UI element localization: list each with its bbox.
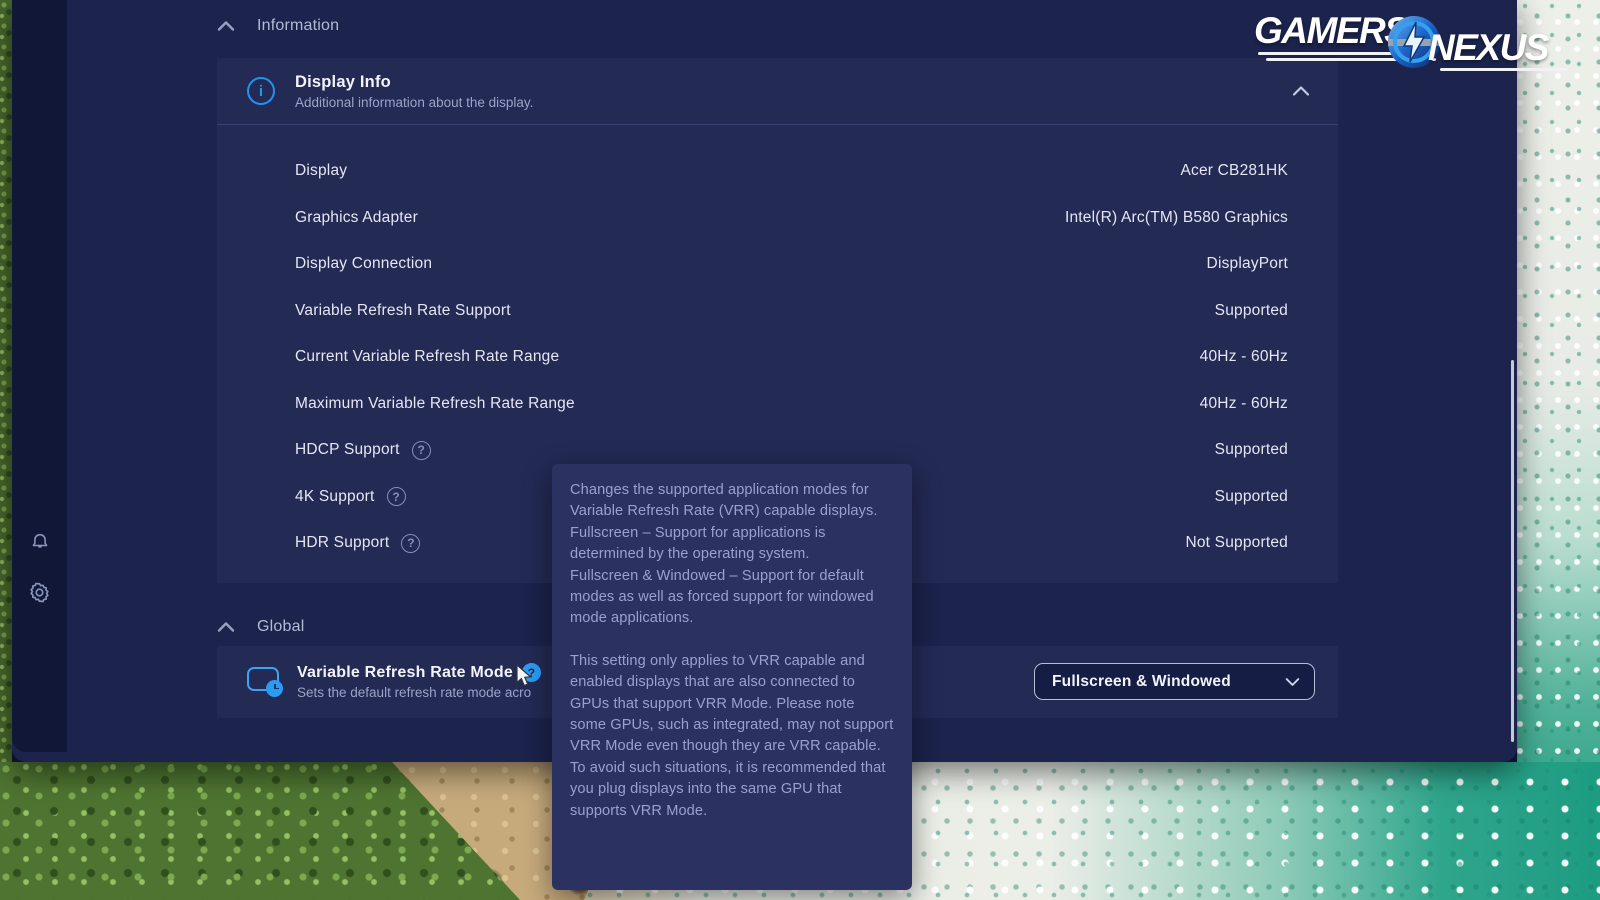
table-row: Maximum Variable Refresh Rate Range 40Hz… xyxy=(217,381,1338,428)
table-row: Graphics Adapter Intel(R) Arc(TM) B580 G… xyxy=(217,195,1338,242)
row-value: 40Hz - 60Hz xyxy=(1200,348,1288,366)
row-value: Supported xyxy=(1215,488,1288,506)
row-label: Display Connection xyxy=(295,255,432,273)
section-label: Global xyxy=(257,618,304,636)
row-label: 4K Support xyxy=(295,488,375,506)
table-row: Display Acer CB281HK xyxy=(217,148,1338,195)
vrr-help-tooltip: Changes the supported application modes … xyxy=(552,464,912,890)
help-icon[interactable]: ? xyxy=(387,487,406,506)
help-icon[interactable]: ? xyxy=(401,534,420,553)
table-row: Variable Refresh Rate Support Supported xyxy=(217,288,1338,335)
row-value: Intel(R) Arc(TM) B580 Graphics xyxy=(1065,209,1288,227)
table-row: Current Variable Refresh Rate Range 40Hz… xyxy=(217,334,1338,381)
section-label: Information xyxy=(257,17,339,35)
row-value: Acer CB281HK xyxy=(1180,162,1288,180)
logo-text-gamers: GAMERS xyxy=(1254,10,1407,52)
notifications-bell-icon[interactable] xyxy=(28,530,52,554)
row-label: Graphics Adapter xyxy=(295,209,418,227)
chevron-down-icon xyxy=(1285,677,1300,687)
settings-gear-icon[interactable] xyxy=(28,580,52,604)
gamers-nexus-logo: GAMERS NEXUS xyxy=(1250,6,1570,66)
card-title: Display Info xyxy=(295,73,1292,92)
dropdown-selected-value: Fullscreen & Windowed xyxy=(1052,673,1285,691)
row-value: DisplayPort xyxy=(1207,255,1288,273)
help-icon[interactable]: ? xyxy=(412,441,431,460)
row-value: Supported xyxy=(1215,441,1288,459)
row-label: Variable Refresh Rate Support xyxy=(295,302,511,320)
info-icon: i xyxy=(247,77,275,105)
row-label: Maximum Variable Refresh Rate Range xyxy=(295,395,575,413)
logo-text-nexus: NEXUS xyxy=(1428,27,1548,69)
collapse-chevron-up-icon[interactable] xyxy=(1292,85,1310,97)
table-row: Display Connection DisplayPort xyxy=(217,241,1338,288)
row-label: Display xyxy=(295,162,347,180)
row-value: Not Supported xyxy=(1185,534,1288,552)
refresh-rate-monitor-icon xyxy=(247,667,283,697)
row-value: Supported xyxy=(1215,302,1288,320)
desktop: Information i Display Info Additional in… xyxy=(0,0,1600,900)
tooltip-paragraph: This setting only applies to VRR capable… xyxy=(570,651,894,822)
row-label: HDR Support xyxy=(295,534,389,552)
card-subtitle: Additional information about the display… xyxy=(295,95,1292,110)
tooltip-paragraph: Changes the supported application modes … xyxy=(570,480,894,630)
scrollbar-thumb[interactable] xyxy=(1511,360,1514,742)
row-value: 40Hz - 60Hz xyxy=(1200,395,1288,413)
vrr-help-icon[interactable]: ? xyxy=(522,663,541,682)
row-label: Current Variable Refresh Rate Range xyxy=(295,348,559,366)
display-info-header[interactable]: i Display Info Additional information ab… xyxy=(217,58,1338,125)
vrr-mode-title: Variable Refresh Rate Mode xyxy=(297,664,513,682)
logo-underline xyxy=(1440,68,1568,71)
row-label: HDCP Support xyxy=(295,441,400,459)
chevron-up-icon[interactable] xyxy=(217,621,235,633)
chevron-up-icon[interactable] xyxy=(217,20,235,32)
vrr-mode-dropdown[interactable]: Fullscreen & Windowed xyxy=(1034,663,1315,700)
sidebar xyxy=(12,0,67,752)
